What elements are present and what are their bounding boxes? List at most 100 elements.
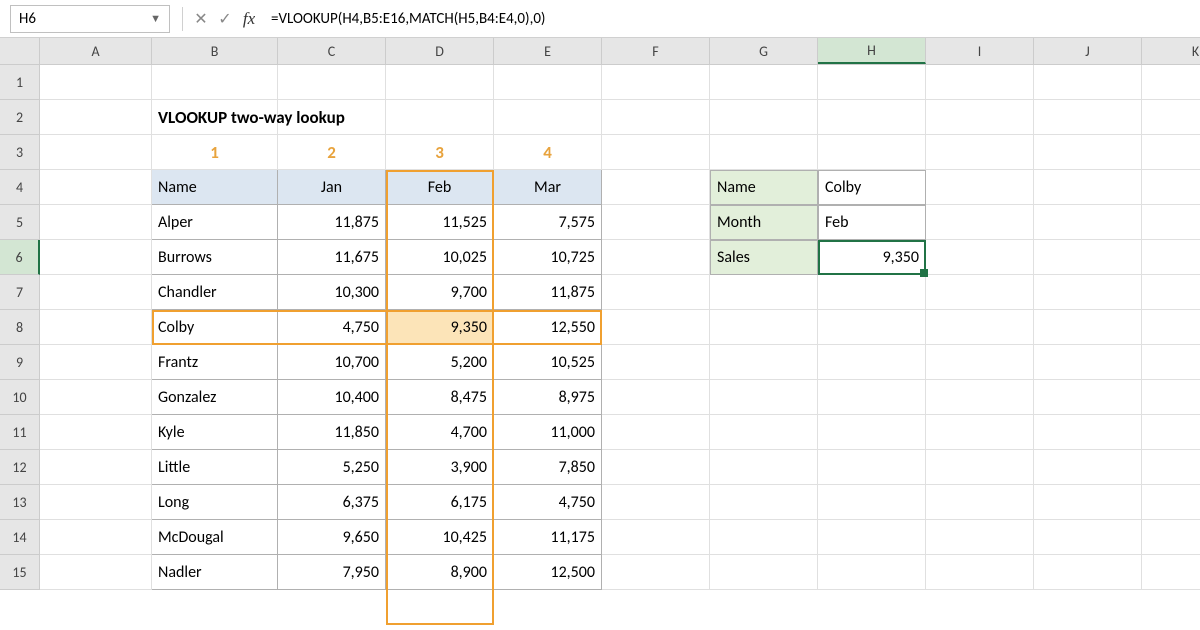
- row-header[interactable]: 3: [0, 135, 40, 170]
- title-cell[interactable]: VLOOKUP two-way lookup: [152, 100, 278, 135]
- table-cell[interactable]: 12,500: [494, 555, 602, 590]
- table-cell[interactable]: 4,700: [386, 415, 494, 450]
- row-header[interactable]: 1: [0, 65, 40, 100]
- row-header[interactable]: 5: [0, 205, 40, 240]
- col-index[interactable]: 1: [152, 135, 278, 170]
- table-cell[interactable]: Alper: [152, 205, 278, 240]
- table-cell[interactable]: 11,525: [386, 205, 494, 240]
- col-header[interactable]: E: [494, 38, 602, 64]
- row-header[interactable]: 13: [0, 485, 40, 520]
- table-cell[interactable]: 3,900: [386, 450, 494, 485]
- col-header[interactable]: C: [278, 38, 386, 64]
- col-index[interactable]: 2: [278, 135, 386, 170]
- table-cell[interactable]: 10,400: [278, 380, 386, 415]
- table-cell[interactable]: 10,025: [386, 240, 494, 275]
- formula-input[interactable]: =VLOOKUP(H4,B5:E16,MATCH(H5,B4:E4,0),0): [261, 10, 1200, 28]
- col-header[interactable]: A: [40, 38, 152, 64]
- table-cell[interactable]: 4,750: [278, 310, 386, 345]
- row-header[interactable]: 7: [0, 275, 40, 310]
- col-index[interactable]: 4: [494, 135, 602, 170]
- table-cell[interactable]: 10,425: [386, 520, 494, 555]
- table-cell[interactable]: 11,850: [278, 415, 386, 450]
- col-header[interactable]: D: [386, 38, 494, 64]
- table-cell[interactable]: 8,900: [386, 555, 494, 590]
- table-cell[interactable]: 7,850: [494, 450, 602, 485]
- col-header-active[interactable]: H: [818, 38, 926, 64]
- table-cell[interactable]: Chandler: [152, 275, 278, 310]
- table-cell[interactable]: Burrows: [152, 240, 278, 275]
- confirm-icon[interactable]: ✓: [213, 7, 237, 31]
- lookup-value[interactable]: Colby: [818, 170, 926, 205]
- table-cell[interactable]: 11,000: [494, 415, 602, 450]
- cell-reference: H6: [19, 10, 36, 28]
- table-cell[interactable]: 5,250: [278, 450, 386, 485]
- table-cell[interactable]: 10,525: [494, 345, 602, 380]
- table-cell[interactable]: Little: [152, 450, 278, 485]
- table-cell[interactable]: 7,575: [494, 205, 602, 240]
- spreadsheet-grid[interactable]: A B C D E F G H I J K 1 2 3 4 5 6 7 8 9 …: [0, 38, 1200, 590]
- chevron-down-icon[interactable]: ▼: [150, 12, 161, 25]
- col-index[interactable]: 3: [386, 135, 494, 170]
- table-cell-highlight[interactable]: 9,350: [386, 310, 494, 345]
- table-cell[interactable]: 9,700: [386, 275, 494, 310]
- table-cell[interactable]: 10,300: [278, 275, 386, 310]
- lookup-result[interactable]: 9,350: [818, 240, 926, 275]
- cancel-icon[interactable]: ✕: [189, 7, 213, 31]
- table-cell[interactable]: 7,950: [278, 555, 386, 590]
- col-header[interactable]: B: [152, 38, 278, 64]
- col-header[interactable]: F: [602, 38, 710, 64]
- row-header[interactable]: 14: [0, 520, 40, 555]
- col-header[interactable]: I: [926, 38, 1034, 64]
- lookup-label[interactable]: Name: [710, 170, 818, 205]
- table-cell[interactable]: 6,175: [386, 485, 494, 520]
- lookup-label[interactable]: Month: [710, 205, 818, 240]
- table-header[interactable]: Feb: [386, 170, 494, 205]
- table-cell[interactable]: 11,875: [278, 205, 386, 240]
- table-header[interactable]: Jan: [278, 170, 386, 205]
- col-header[interactable]: K: [1142, 38, 1200, 64]
- fx-icon[interactable]: fx: [237, 7, 261, 31]
- table-cell[interactable]: 10,700: [278, 345, 386, 380]
- divider: [182, 7, 183, 31]
- row-headers: 1 2 3 4 5 6 7 8 9 10 11 12 13 14 15: [0, 65, 40, 590]
- formula-bar: H6 ▼ ✕ ✓ fx =VLOOKUP(H4,B5:E16,MATCH(H5,…: [0, 0, 1200, 38]
- row-header-active[interactable]: 6: [0, 240, 40, 275]
- table-cell[interactable]: 6,375: [278, 485, 386, 520]
- table-cell[interactable]: 10,725: [494, 240, 602, 275]
- table-cell[interactable]: Long: [152, 485, 278, 520]
- row-header[interactable]: 12: [0, 450, 40, 485]
- table-cell[interactable]: McDougal: [152, 520, 278, 555]
- column-headers: A B C D E F G H I J K: [0, 38, 1200, 65]
- row-header[interactable]: 15: [0, 555, 40, 590]
- row-header[interactable]: 10: [0, 380, 40, 415]
- row-header[interactable]: 8: [0, 310, 40, 345]
- table-cell[interactable]: 8,975: [494, 380, 602, 415]
- row-header[interactable]: 11: [0, 415, 40, 450]
- lookup-label[interactable]: Sales: [710, 240, 818, 275]
- table-header[interactable]: Mar: [494, 170, 602, 205]
- table-cell[interactable]: 9,650: [278, 520, 386, 555]
- table-cell[interactable]: Frantz: [152, 345, 278, 380]
- table-cell[interactable]: 11,675: [278, 240, 386, 275]
- name-box[interactable]: H6 ▼: [10, 5, 170, 33]
- table-cell[interactable]: 12,550: [494, 310, 602, 345]
- cell-area[interactable]: VLOOKUP two-way lookup 1 2 3 4 Name Jan …: [40, 65, 1200, 590]
- select-all-corner[interactable]: [0, 38, 40, 64]
- table-cell[interactable]: 11,875: [494, 275, 602, 310]
- table-cell[interactable]: Kyle: [152, 415, 278, 450]
- row-header[interactable]: 4: [0, 170, 40, 205]
- col-header[interactable]: J: [1034, 38, 1142, 64]
- table-header[interactable]: Name: [152, 170, 278, 205]
- table-cell[interactable]: Colby: [152, 310, 278, 345]
- fill-handle-icon[interactable]: [920, 269, 928, 277]
- table-cell[interactable]: 11,175: [494, 520, 602, 555]
- table-cell[interactable]: 4,750: [494, 485, 602, 520]
- lookup-value[interactable]: Feb: [818, 205, 926, 240]
- table-cell[interactable]: Nadler: [152, 555, 278, 590]
- table-cell[interactable]: 5,200: [386, 345, 494, 380]
- row-header[interactable]: 9: [0, 345, 40, 380]
- table-cell[interactable]: Gonzalez: [152, 380, 278, 415]
- row-header[interactable]: 2: [0, 100, 40, 135]
- table-cell[interactable]: 8,475: [386, 380, 494, 415]
- col-header[interactable]: G: [710, 38, 818, 64]
